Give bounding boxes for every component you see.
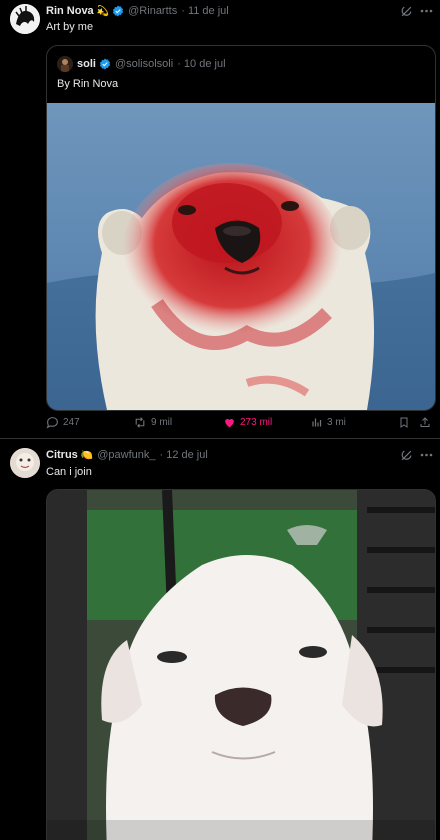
grok-icon[interactable] [398,448,414,462]
author-handle[interactable]: @Rinartts [128,5,177,17]
quote-date[interactable]: · 10 de jul [177,58,225,70]
reply-button[interactable]: 247 [46,412,80,432]
quoted-post[interactable]: soli @solisolsoli · 10 de jul By Rin Nov… [46,45,436,411]
like-icon [225,418,234,427]
quote-text: By Rin Nova [57,78,119,90]
post-text: Art by me [46,21,94,33]
verified-icon [99,58,111,70]
post-rin-nova[interactable]: Rin Nova 💫 @Rinartts · 11 de jul Art by … [0,0,440,439]
post-date[interactable]: · 12 de jul [160,449,208,461]
author-name[interactable]: Citrus [46,449,78,461]
views-icon [312,418,322,427]
quote-author[interactable]: soli [77,58,96,70]
repost-count: 9 mil [151,416,173,428]
avatar-citrus[interactable] [10,448,40,478]
bookmark-icon [400,417,408,428]
avatar-soli[interactable] [57,56,73,72]
repost-icon [135,416,145,428]
post-citrus[interactable]: Citrus 🍋 @pawfunk_ · 12 de jul Can i joi… [0,439,440,840]
more-icon[interactable] [418,4,434,18]
views-button[interactable]: 3 mi [311,412,346,432]
grok-icon[interactable] [398,4,414,18]
like-button[interactable]: 273 mil [223,412,272,432]
verified-icon [113,5,124,17]
quote-handle[interactable]: @solisolsoli [115,58,173,70]
author-name[interactable]: Rin Nova [46,5,94,17]
reply-count: 247 [63,416,80,428]
reply-icon [46,416,58,429]
post-actions: 247 9 mil 273 mil 3 mi [46,412,434,432]
repost-button[interactable]: 9 mil [133,412,172,432]
post-text: Can i join [46,466,92,478]
author-handle[interactable]: @pawfunk_ [97,449,155,461]
quote-media-image[interactable] [47,103,435,410]
author-emoji: 💫 [96,5,110,17]
more-icon[interactable] [418,448,434,462]
avatar-rin-nova[interactable] [10,4,40,34]
author-emoji: 🍋 [80,449,94,461]
bookmark-button[interactable] [398,412,410,432]
share-button[interactable] [419,412,431,432]
post-date[interactable]: · 11 de jul [181,5,229,17]
views-count: 3 mi [327,416,346,428]
share-icon [420,416,430,427]
post-media-image[interactable] [46,489,436,840]
like-count: 273 mil [240,416,273,428]
